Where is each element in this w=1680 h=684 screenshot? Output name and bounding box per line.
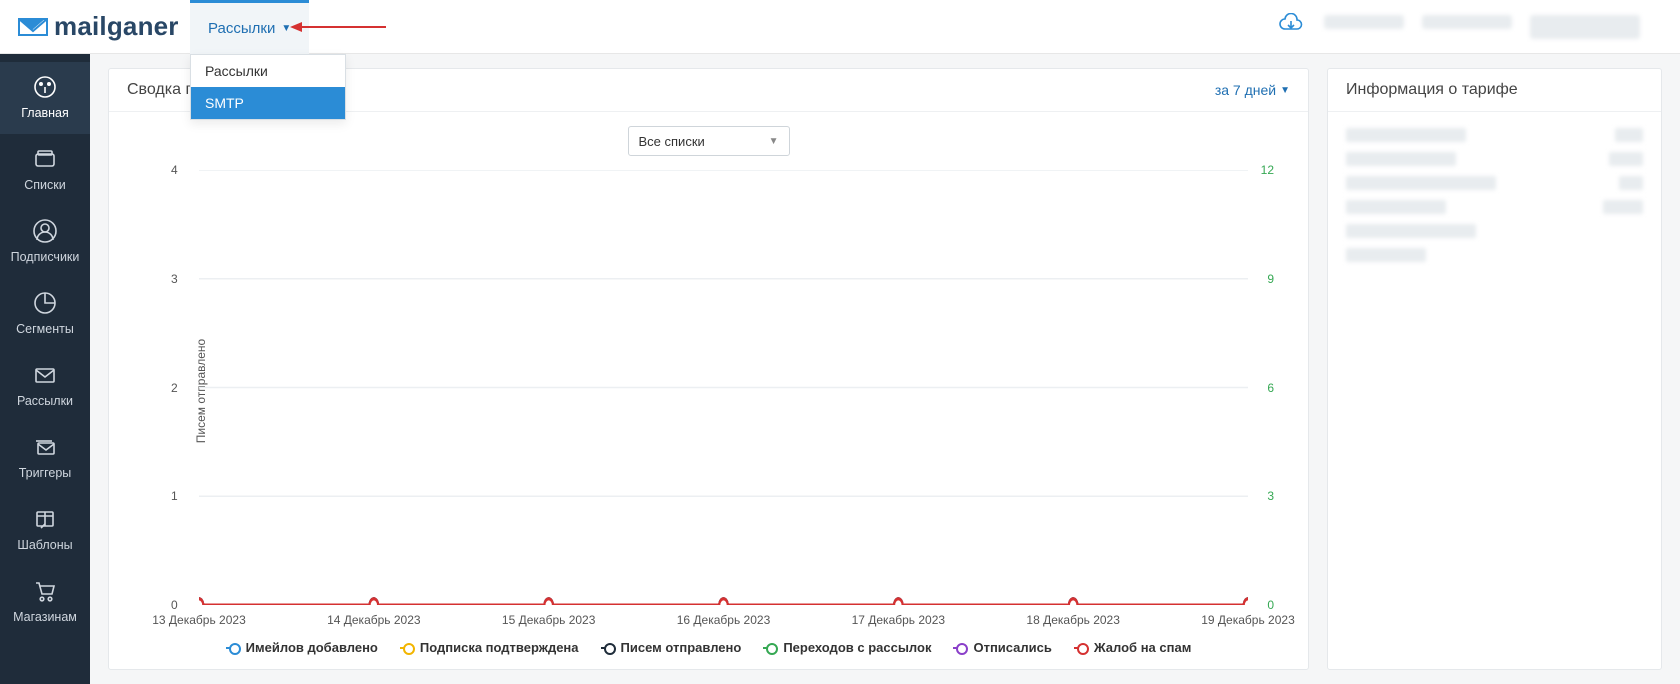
legend-label: Отписались [973, 640, 1051, 655]
legend-item[interactable]: Отписались [953, 640, 1051, 655]
pie-icon [0, 288, 90, 318]
chart-legend: Имейлов добавлено Подписка подтверждена Пи… [109, 640, 1308, 655]
content: Сводка по а за 7 дней ▼ Все списки ▼ Пис… [90, 54, 1680, 684]
logo-icon [18, 16, 48, 38]
y-right-tick: 3 [1267, 489, 1274, 503]
y-right-tick: 0 [1267, 598, 1274, 612]
template-icon [0, 504, 90, 534]
wallet-icon [0, 144, 90, 174]
x-tick: 13 Декабрь 2023 [152, 613, 246, 627]
sidebar-item-segments[interactable]: Сегменты [0, 278, 90, 350]
period-label: за 7 дней [1215, 82, 1276, 98]
legend-marker-icon [400, 641, 414, 655]
legend-label: Жалоб на спам [1094, 640, 1191, 655]
period-selector[interactable]: за 7 дней ▼ [1215, 82, 1290, 98]
legend-label: Переходов с рассылок [783, 640, 931, 655]
chart-body: Все списки ▼ Писем отправлено 01234 0369… [109, 112, 1308, 669]
chart-plot-area [199, 170, 1248, 605]
sidebar-item-label: Магазинам [0, 610, 90, 624]
y-left-tick: 0 [171, 598, 178, 612]
topbar-right [1278, 13, 1680, 40]
y-left-tick: 3 [171, 272, 178, 286]
sidebar-item-label: Подписчики [0, 250, 90, 264]
y-left-tick: 4 [171, 163, 178, 177]
legend-item[interactable]: Имейлов добавлено [226, 640, 378, 655]
sidebar-item-label: Триггеры [0, 466, 90, 480]
pointer-arrow [290, 20, 386, 39]
account-info-obscured [1324, 15, 1640, 39]
sidebar-item-shops[interactable]: Магазинам [0, 566, 90, 638]
list-selector[interactable]: Все списки ▼ [628, 126, 790, 156]
sidebar-item-label: Рассылки [0, 394, 90, 408]
legend-marker-icon [763, 641, 777, 655]
sidebar-item-lists[interactable]: Списки [0, 134, 90, 206]
sidebar-item-templates[interactable]: Шаблоны [0, 494, 90, 566]
y-left-tick: 2 [171, 381, 178, 395]
legend-marker-icon [953, 641, 967, 655]
x-tick: 16 Декабрь 2023 [677, 613, 771, 627]
tariff-title: Информация о тарифе [1346, 81, 1518, 99]
sidebar-item-home[interactable]: Главная [0, 62, 90, 134]
y-right-tick: 12 [1261, 163, 1274, 177]
caret-down-icon: ▼ [769, 136, 779, 147]
legend-item[interactable]: Переходов с рассылок [763, 640, 931, 655]
sidebar-item-label: Шаблоны [0, 538, 90, 552]
legend-marker-icon [601, 641, 615, 655]
dropdown-item-campaigns[interactable]: Рассылки [191, 55, 345, 87]
legend-label: Писем отправлено [621, 640, 742, 655]
cart-icon [0, 576, 90, 606]
x-tick: 19 Декабрь 2023 [1201, 613, 1295, 627]
tariff-body-obscured [1328, 112, 1661, 288]
sidebar-item-subscribers[interactable]: Подписчики [0, 206, 90, 278]
legend-label: Имейлов добавлено [246, 640, 378, 655]
sidebar-item-triggers[interactable]: Триггеры [0, 422, 90, 494]
y-right-tick: 6 [1267, 381, 1274, 395]
top-menu-label: Рассылки [208, 20, 275, 37]
sidebar-item-label: Главная [0, 106, 90, 120]
list-selector-label: Все списки [639, 134, 705, 149]
legend-item[interactable]: Жалоб на спам [1074, 640, 1191, 655]
legend-item[interactable]: Подписка подтверждена [400, 640, 579, 655]
app-name: mailganer [54, 11, 179, 42]
legend-item[interactable]: Писем отправлено [601, 640, 742, 655]
tariff-panel: Информация о тарифе [1327, 68, 1662, 670]
legend-marker-icon [1074, 641, 1088, 655]
x-tick: 17 Декабрь 2023 [852, 613, 946, 627]
x-tick: 15 Декабрь 2023 [502, 613, 596, 627]
x-tick: 18 Декабрь 2023 [1026, 613, 1120, 627]
sidebar: Главная Списки Подписчики Сегменты Рассылки Т… [0, 54, 90, 684]
mails-icon [0, 432, 90, 462]
legend-marker-icon [226, 641, 240, 655]
top-menu-dropdown: Рассылки SMTP [190, 54, 346, 120]
legend-label: Подписка подтверждена [420, 640, 579, 655]
y-right-tick: 9 [1267, 272, 1274, 286]
dashboard-icon [0, 72, 90, 102]
y-left-tick: 1 [171, 489, 178, 503]
summary-panel: Сводка по а за 7 дней ▼ Все списки ▼ Пис… [108, 68, 1309, 670]
user-icon [0, 216, 90, 246]
sidebar-item-label: Списки [0, 178, 90, 192]
mail-icon [0, 360, 90, 390]
cloud-download-icon[interactable] [1278, 13, 1304, 40]
logo[interactable]: mailganer [0, 11, 190, 42]
sidebar-item-campaigns[interactable]: Рассылки [0, 350, 90, 422]
caret-down-icon: ▼ [1280, 85, 1290, 96]
sidebar-item-label: Сегменты [0, 322, 90, 336]
tariff-panel-header: Информация о тарифе [1328, 69, 1661, 112]
topbar: mailganer Рассылки ▼ Рассылки SMTP [0, 0, 1680, 54]
x-tick: 14 Декабрь 2023 [327, 613, 421, 627]
dropdown-item-smtp[interactable]: SMTP [191, 87, 345, 119]
